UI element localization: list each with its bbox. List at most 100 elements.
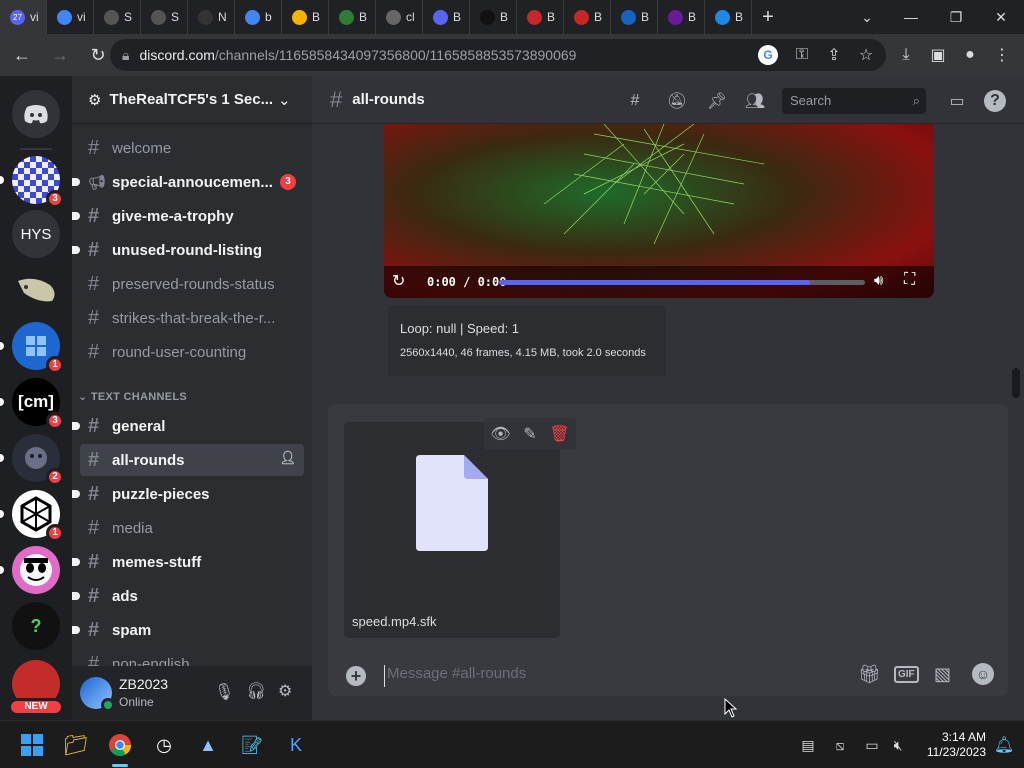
taskbar-clock[interactable]: 3:14 AM 11/23/2023 <box>914 730 986 760</box>
volume-icon[interactable]: 🔊︎ <box>874 272 883 289</box>
browser-tab[interactable]: cl <box>376 0 423 34</box>
server-question-icon[interactable]: ? <box>12 602 60 650</box>
browser-tab[interactable]: N <box>188 0 235 34</box>
server-checkers-icon[interactable]: 3 <box>0 156 64 208</box>
remove-trash-icon[interactable]: 🗑︎ <box>549 424 569 444</box>
server-hys-icon[interactable]: HYS <box>12 210 60 258</box>
browser-tab[interactable]: B <box>564 0 611 34</box>
channel-item[interactable]: # ads <box>72 580 304 612</box>
browser-tab[interactable]: S <box>141 0 188 34</box>
bookmark-star-icon[interactable]: ☆ <box>854 43 878 67</box>
channel-item[interactable]: # spam <box>72 614 304 646</box>
channel-item[interactable]: # preserved-rounds-status <box>80 268 304 300</box>
avatar[interactable] <box>80 677 115 712</box>
channel-item[interactable]: # strikes-that-break-the-r... <box>80 302 304 334</box>
tray-monitor-icon[interactable]: ▤ <box>794 731 822 759</box>
gift-icon[interactable]: 🎁︎ <box>858 664 881 685</box>
google-icon[interactable]: G <box>758 45 778 65</box>
server-cm-icon[interactable]: [cm] 3 <box>0 378 64 430</box>
member-list-icon[interactable]: 👥︎ <box>744 90 766 112</box>
discord-home-icon[interactable] <box>12 90 60 138</box>
gif-button[interactable]: GIF <box>894 666 919 683</box>
clock-app-icon[interactable]: ◷ <box>150 731 178 759</box>
username[interactable]: ZB2023 <box>119 676 168 692</box>
video-player[interactable]: ↻ 0:00 / 0:00 🔊︎ ⛶ <box>384 124 934 298</box>
channel-item[interactable]: # welcome <box>80 132 304 164</box>
tray-sound-muted-icon[interactable]: 🔇︎ <box>884 731 912 759</box>
windows-start-icon[interactable] <box>18 731 46 759</box>
sticker-icon[interactable]: ▧ <box>934 664 951 685</box>
notification-muted-icon[interactable]: 🔕︎ <box>666 90 688 112</box>
channel-item[interactable]: # all-rounds 👤︎ <box>80 444 304 476</box>
file-explorer-icon[interactable]: 📁︎ <box>62 731 90 759</box>
video-progress-track[interactable] <box>499 280 865 285</box>
browser-tab[interactable]: B <box>470 0 517 34</box>
create-invite-icon[interactable]: 👤︎ <box>279 450 296 466</box>
channel-item[interactable]: # round-user-counting <box>80 336 304 368</box>
replay-icon[interactable]: ↻ <box>392 271 405 291</box>
help-icon[interactable]: ? <box>984 90 1006 112</box>
emoji-icon[interactable]: ☺ <box>972 663 994 685</box>
tray-display-icon[interactable]: ▭ <box>858 731 886 759</box>
side-panel-icon[interactable]: ▣ <box>926 43 950 67</box>
browser-tab[interactable]: B <box>658 0 705 34</box>
server-new-icon[interactable]: NEW <box>8 660 64 716</box>
threads-icon[interactable]: # <box>624 90 646 112</box>
headphones-icon[interactable]: 🎧︎ <box>246 681 266 701</box>
search-input[interactable]: Search ⌕ <box>782 88 926 114</box>
pinned-messages-icon[interactable]: 📌︎ <box>706 90 728 112</box>
channel-item[interactable]: # unused-round-listing <box>72 234 304 266</box>
key-icon[interactable]: ⚿ <box>790 43 814 67</box>
share-icon[interactable]: ⇪ <box>822 43 846 67</box>
server-fish-icon[interactable] <box>12 266 60 314</box>
minimize-icon[interactable]: — <box>888 0 934 34</box>
notepad-icon[interactable]: 📝︎ <box>238 731 266 759</box>
notification-bell-icon[interactable]: 🔔︎ <box>990 731 1018 759</box>
channel-item[interactable]: # media <box>80 512 304 544</box>
back-icon[interactable]: ← <box>6 39 38 71</box>
chrome-menu-icon[interactable]: ⋮ <box>990 43 1014 67</box>
channel-item[interactable]: # memes-stuff <box>72 546 304 578</box>
add-attachment-icon[interactable]: + <box>346 666 366 686</box>
download-icon[interactable]: ⤓ <box>894 43 918 67</box>
forward-icon[interactable]: → <box>44 39 76 71</box>
server-hex-icon[interactable]: 1 <box>0 490 64 542</box>
server-blue-icon[interactable]: 1 <box>0 322 64 374</box>
view-spoiler-eye-icon[interactable]: 👁︎ <box>490 424 510 444</box>
chrome-icon[interactable] <box>106 731 134 767</box>
browser-tab[interactable]: B <box>611 0 658 34</box>
edit-pencil-icon[interactable]: ✎ <box>523 424 536 444</box>
category-text-channels[interactable]: ⌄ TEXT CHANNELS <box>78 390 187 403</box>
channel-item[interactable]: # puzzle-pieces <box>72 478 304 510</box>
close-window-icon[interactable]: ✕ <box>978 0 1024 34</box>
browser-tab[interactable]: vi <box>47 0 94 34</box>
browser-tab[interactable]: B <box>329 0 376 34</box>
browser-tab[interactable]: B <box>282 0 329 34</box>
chat-scrollbar[interactable] <box>1012 368 1020 398</box>
profile-icon[interactable]: ● <box>958 43 982 67</box>
maximize-icon[interactable]: ❐ <box>933 0 979 34</box>
photos-icon[interactable]: ▲ <box>194 731 222 759</box>
server-dark-icon[interactable]: 2 <box>0 434 64 486</box>
url-host: discord.com <box>139 47 215 63</box>
browser-tab[interactable]: B <box>423 0 470 34</box>
browser-tab[interactable]: S <box>94 0 141 34</box>
browser-tab[interactable]: 27 vi <box>0 0 47 34</box>
guild-header[interactable]: ⚙ TheRealTCF5's 1 Sec... ⌄ <box>72 76 312 124</box>
mic-muted-icon[interactable]: 🎙︎ <box>214 682 234 702</box>
browser-tab[interactable]: B <box>517 0 564 34</box>
browser-tab[interactable]: b <box>235 0 282 34</box>
vs-code-icon[interactable]: K <box>282 731 310 759</box>
fullscreen-icon[interactable]: ⛶ <box>904 271 915 289</box>
tray-network-off-icon[interactable]: ⧅ <box>826 731 854 759</box>
channel-item[interactable]: # general <box>72 410 304 442</box>
message-input[interactable]: Message #all-rounds <box>384 665 844 687</box>
channel-item[interactable]: 📢︎ special-annoucemen... 3 <box>72 166 304 198</box>
channel-item[interactable]: # give-me-a-trophy <box>72 200 304 232</box>
inbox-icon[interactable]: ▭ <box>946 90 968 112</box>
new-tab-button[interactable]: + <box>752 6 784 29</box>
browser-tab[interactable]: B <box>705 0 752 34</box>
tab-search-icon[interactable]: ⌄ <box>844 0 890 34</box>
server-face-icon[interactable] <box>0 546 60 594</box>
user-settings-gear-icon[interactable]: ⚙ <box>278 681 292 701</box>
